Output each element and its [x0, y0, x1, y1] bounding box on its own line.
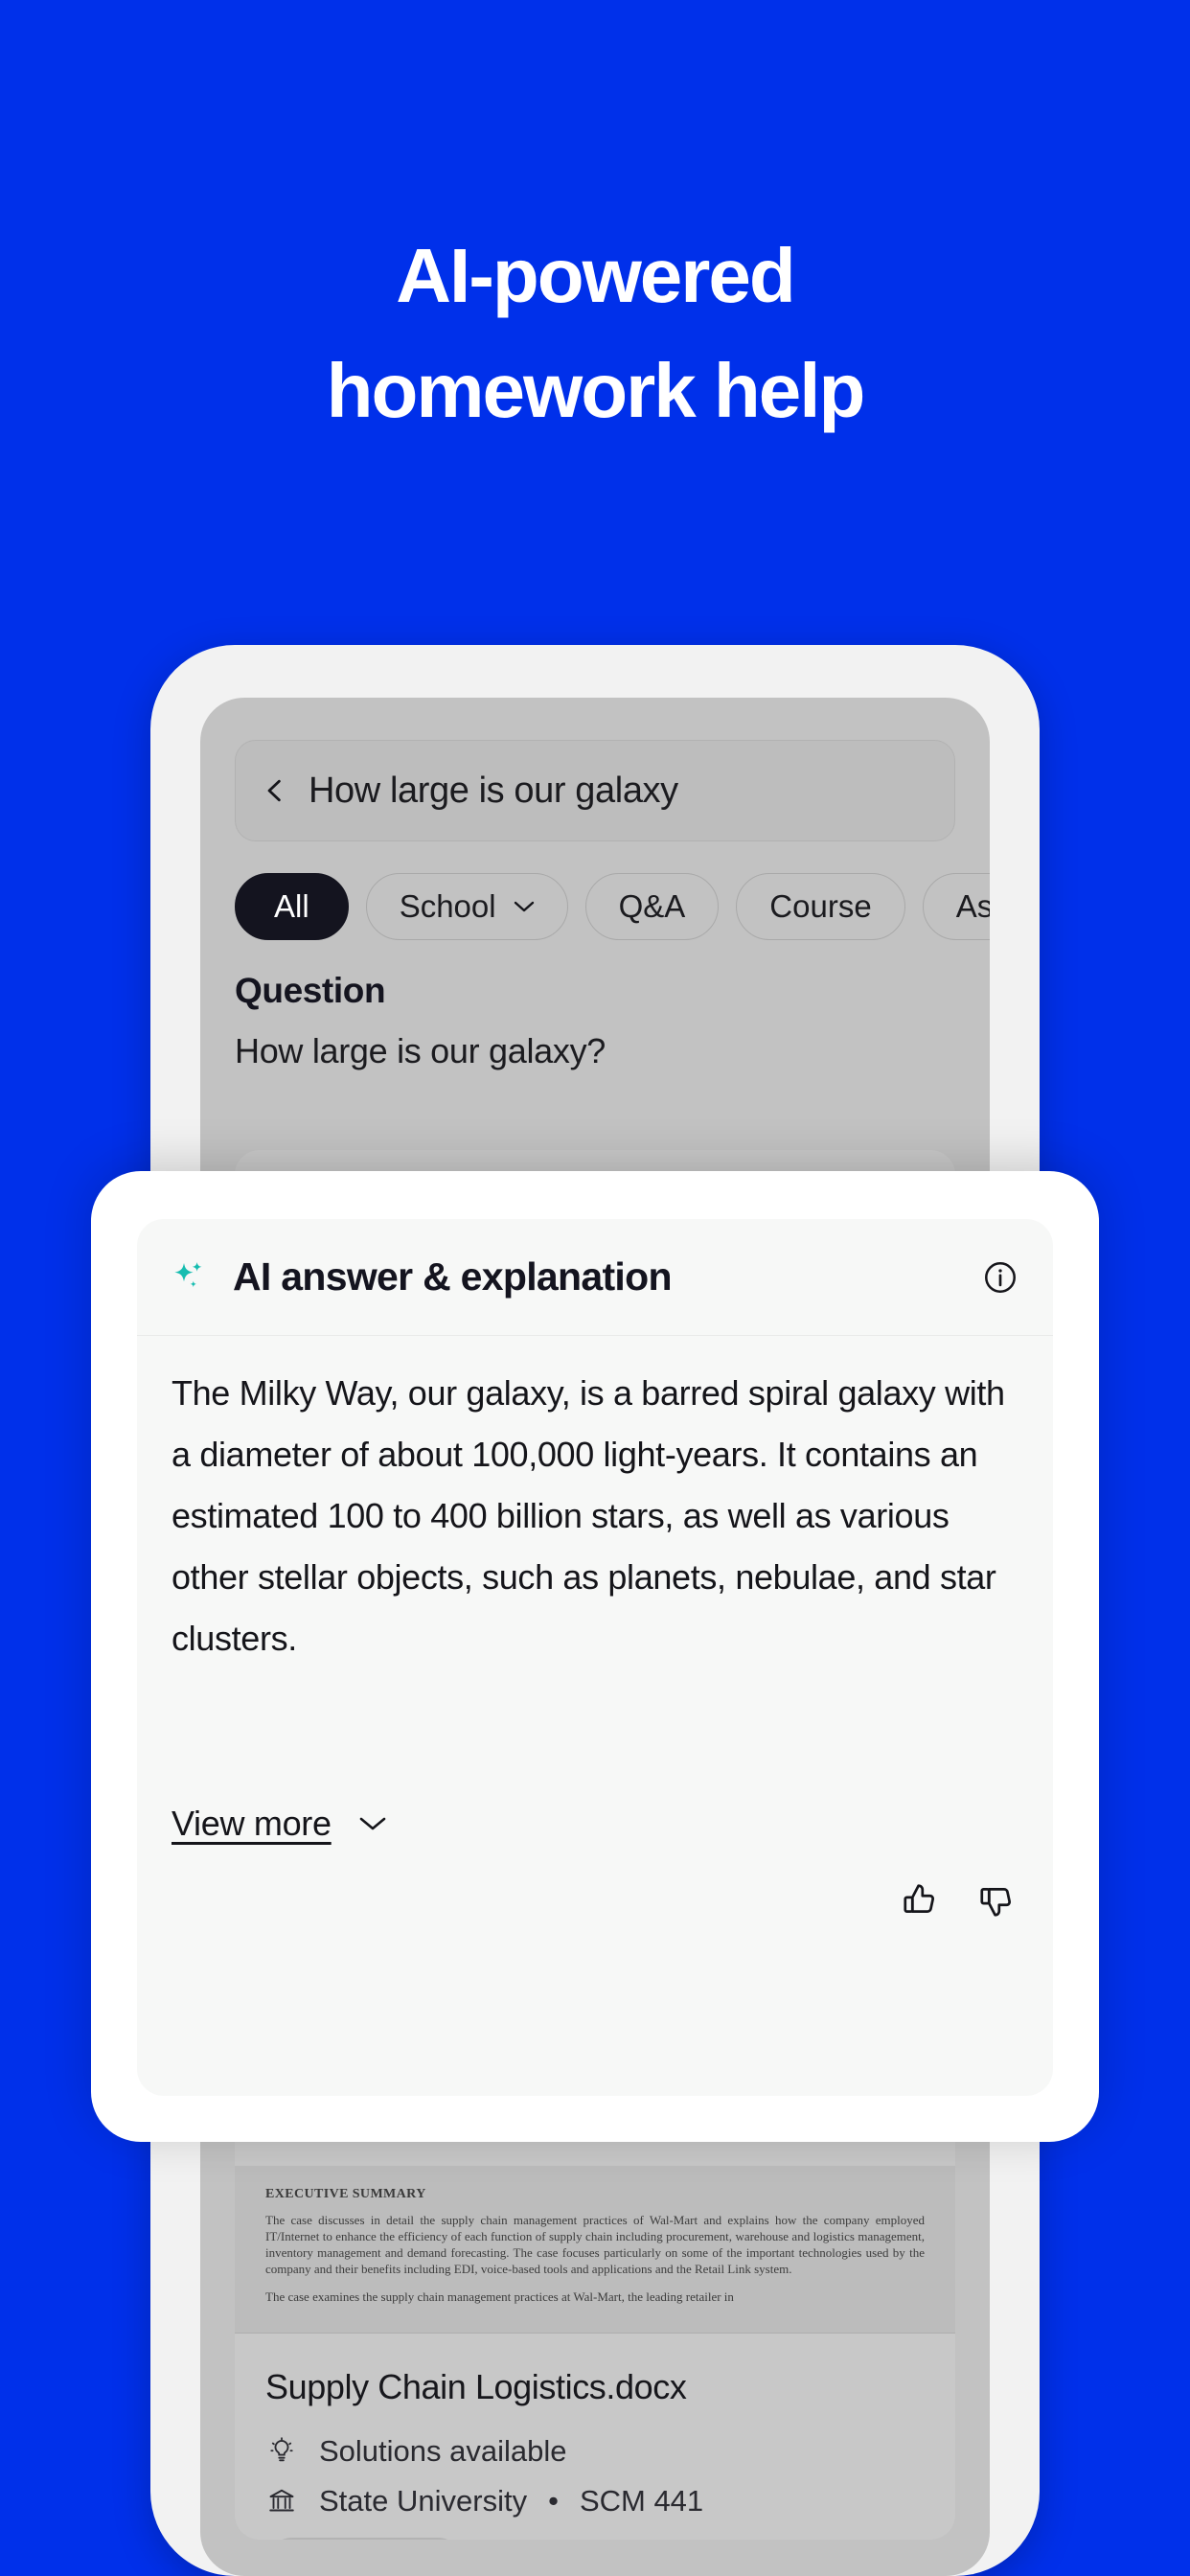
filter-chip-label: Assignment	[955, 888, 990, 924]
ai-answer-title: AI answer & explanation	[233, 1254, 673, 1299]
sparkle-icon	[174, 1261, 202, 1287]
search-input-value: How large is our galaxy	[309, 770, 678, 811]
page-title: AI-powered homework help	[0, 218, 1190, 448]
feedback-buttons[interactable]	[900, 1880, 1017, 1920]
ai-answer-header: AI answer & explanation	[137, 1219, 1053, 1336]
lightbulb-icon	[265, 2435, 298, 2468]
chevron-down-icon	[359, 1817, 386, 1830]
question-text: How large is our galaxy?	[235, 1031, 606, 1070]
document-preview-thumbnail: EXECUTIVE SUMMARY The case discusses in …	[235, 2166, 955, 2334]
filter-chip-label: School	[399, 888, 496, 924]
page-title-line-1: AI-powered	[396, 233, 796, 318]
filter-chip-school[interactable]: School	[365, 873, 568, 940]
view-more-button[interactable]: View more	[172, 1804, 387, 1844]
view-more-label: View more	[172, 1804, 332, 1843]
document-meta-separator: •	[548, 2484, 559, 2518]
chevron-down-icon	[514, 901, 534, 912]
filter-chip-course[interactable]: Course	[736, 873, 905, 940]
document-school-label: State University	[319, 2484, 528, 2518]
filter-chip-row[interactable]: All School Q&A Course Assignment	[235, 870, 990, 943]
document-solutions-row: Solutions available	[265, 2434, 567, 2469]
filter-chip-label: Course	[769, 888, 872, 924]
chevron-left-icon[interactable]	[263, 778, 287, 803]
page-title-line-2: homework help	[326, 348, 866, 433]
document-preview-paragraph-2: The case examines the supply chain manag…	[265, 2289, 734, 2304]
info-circle-icon[interactable]	[982, 1259, 1018, 1296]
filter-chip-label: Q&A	[618, 888, 686, 924]
university-icon	[265, 2485, 298, 2518]
document-school-row: State University • SCM 441	[265, 2484, 703, 2518]
thumbs-up-icon[interactable]	[900, 1880, 940, 1920]
filter-chip-assignment[interactable]: Assignment	[922, 873, 990, 940]
ai-answer-card: AI answer & explanation The Milky Way, o…	[137, 1219, 1053, 2096]
thumbs-down-icon[interactable]	[976, 1880, 1017, 1920]
filter-chip-label: All	[274, 888, 309, 924]
document-type-chip[interactable]: Assignment	[265, 2538, 465, 2540]
document-solutions-label: Solutions available	[319, 2434, 567, 2468]
document-course-code: SCM 441	[579, 2484, 704, 2518]
ai-answer-body: The Milky Way, our galaxy, is a barred s…	[172, 1373, 1005, 1658]
question-section-label: Question	[235, 971, 386, 1010]
filter-chip-qa[interactable]: Q&A	[584, 873, 720, 940]
document-title: Supply Chain Logistics.docx	[265, 2367, 687, 2406]
ai-answer-sheet: AI answer & explanation The Milky Way, o…	[91, 1171, 1099, 2142]
search-input[interactable]: How large is our galaxy	[235, 740, 955, 841]
filter-chip-all[interactable]: All	[235, 873, 349, 940]
document-preview-heading: EXECUTIVE SUMMARY	[265, 2187, 426, 2201]
document-preview-paragraph-1: The case discusses in detail the supply …	[265, 2213, 925, 2276]
